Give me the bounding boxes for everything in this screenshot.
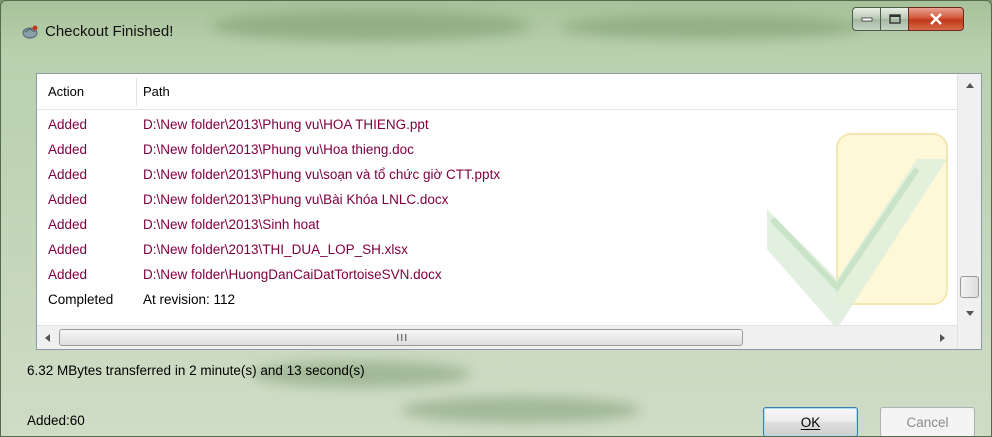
cancel-button-label: Cancel <box>906 414 949 430</box>
checkout-dialog: Checkout Finished! Action Path Added D:\… <box>0 0 992 437</box>
glass-blur <box>401 397 641 423</box>
table-row[interactable]: Added D:\New folder\2013\Phung vu\HOA TH… <box>37 113 957 138</box>
arrow-up-icon <box>966 83 974 88</box>
added-count: Added:60 <box>27 413 85 428</box>
minimize-icon <box>861 17 872 22</box>
column-divider[interactable] <box>136 78 137 106</box>
action-cell: Added <box>48 267 88 282</box>
path-cell: D:\New folder\2013\Phung vu\HOA THIENG.p… <box>143 117 429 132</box>
scroll-up-button[interactable] <box>958 76 982 96</box>
table-row[interactable]: Added D:\New folder\2013\Phung vu\soạn v… <box>37 163 957 188</box>
path-cell: D:\New folder\2013\Phung vu\Hoa thieng.d… <box>143 142 414 157</box>
action-cell: Added <box>48 242 88 257</box>
maximize-button[interactable] <box>880 7 909 31</box>
table-body: Added D:\New folder\2013\Phung vu\HOA TH… <box>37 113 957 313</box>
column-header-path[interactable]: Path <box>143 84 170 99</box>
action-cell: Added <box>48 217 88 232</box>
horizontal-scroll-thumb[interactable] <box>59 329 743 346</box>
horizontal-scrollbar[interactable] <box>37 325 957 349</box>
path-cell: D:\New folder\2013\Sinh hoat <box>143 217 320 232</box>
arrow-left-icon <box>45 334 50 342</box>
minimize-button[interactable] <box>852 7 881 31</box>
vertical-scrollbar[interactable] <box>957 74 981 349</box>
action-cell: Added <box>48 142 88 157</box>
table-row[interactable]: Added D:\New folder\2013\Sinh hoat <box>37 213 957 238</box>
scroll-down-button[interactable] <box>958 304 982 324</box>
table-row[interactable]: Added D:\New folder\HuongDanCaiDatTortoi… <box>37 263 957 288</box>
tortoisesvn-icon <box>22 25 38 39</box>
transfer-status: 6.32 MBytes transferred in 2 minute(s) a… <box>27 363 365 378</box>
results-list[interactable]: Action Path Added D:\New folder\2013\Phu… <box>36 73 982 350</box>
path-cell: D:\New folder\2013\THI_DUA_LOP_SH.xlsx <box>143 242 408 257</box>
table-row[interactable]: Added D:\New folder\2013\THI_DUA_LOP_SH.… <box>37 238 957 263</box>
ok-button-label: OK <box>800 414 821 430</box>
table-row[interactable]: Added D:\New folder\2013\Phung vu\Bài Kh… <box>37 188 957 213</box>
ok-button[interactable]: OK <box>763 407 858 436</box>
arrow-down-icon <box>966 311 974 316</box>
path-cell: D:\New folder\HuongDanCaiDatTortoiseSVN.… <box>143 267 442 282</box>
vertical-scroll-thumb[interactable] <box>960 276 979 298</box>
action-cell: Added <box>48 117 88 132</box>
grip-icon <box>397 334 407 341</box>
scroll-right-button[interactable] <box>933 326 953 350</box>
close-button[interactable] <box>908 7 964 31</box>
table-header: Action Path <box>37 74 957 110</box>
arrow-right-icon <box>940 334 945 342</box>
scroll-left-button[interactable] <box>38 326 58 350</box>
action-cell: Added <box>48 192 88 207</box>
cancel-button[interactable]: Cancel <box>880 407 975 436</box>
path-cell: At revision: 112 <box>143 292 236 307</box>
maximize-icon <box>888 14 901 24</box>
table-row[interactable]: Added D:\New folder\2013\Phung vu\Hoa th… <box>37 138 957 163</box>
action-cell: Completed <box>48 292 114 307</box>
window-title: Checkout Finished! <box>45 23 174 40</box>
column-header-action[interactable]: Action <box>48 84 84 99</box>
title-bar[interactable]: Checkout Finished! <box>1 1 991 57</box>
table-row[interactable]: Completed At revision: 112 <box>37 288 957 313</box>
path-cell: D:\New folder\2013\Phung vu\soạn và tổ c… <box>143 167 501 182</box>
action-cell: Added <box>48 167 88 182</box>
close-icon <box>930 13 942 25</box>
path-cell: D:\New folder\2013\Phung vu\Bài Khóa LNL… <box>143 192 449 207</box>
